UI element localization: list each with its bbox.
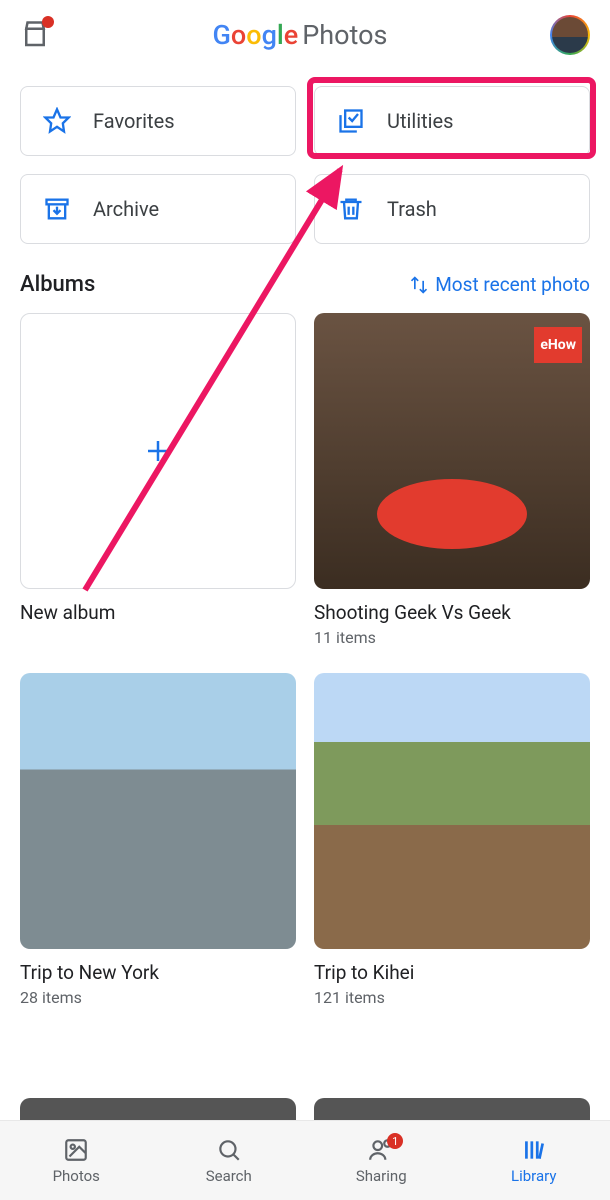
- albums-title: Albums: [20, 272, 95, 297]
- star-icon: [43, 107, 71, 135]
- favorites-label: Favorites: [93, 109, 175, 133]
- image-icon: [63, 1137, 89, 1163]
- new-album-thumb: [20, 313, 296, 589]
- app-header: Google Photos: [0, 0, 610, 70]
- favorites-button[interactable]: Favorites: [20, 86, 296, 156]
- library-icon: [521, 1137, 547, 1163]
- trash-button[interactable]: Trash: [314, 174, 590, 244]
- bottom-nav: Photos Search 1 Sharing Library: [0, 1120, 610, 1200]
- album-tile[interactable]: Shooting Geek Vs Geek 11 items: [314, 313, 590, 647]
- notification-dot-icon: [42, 16, 54, 28]
- album-title: Trip to Kihei: [314, 961, 590, 984]
- nav-label: Photos: [53, 1167, 100, 1185]
- album-thumb: [314, 313, 590, 589]
- album-thumb: [314, 673, 590, 949]
- new-album-tile[interactable]: New album: [20, 313, 296, 647]
- albums-grid: New album Shooting Geek Vs Geek 11 items…: [0, 307, 610, 1027]
- quick-actions: Favorites Utilities Archive Trash: [0, 70, 610, 254]
- logo-suffix: Photos: [302, 19, 387, 51]
- avatar-image: [552, 17, 588, 53]
- sort-button[interactable]: Most recent photo: [409, 273, 590, 296]
- album-tile[interactable]: Trip to New York 28 items: [20, 673, 296, 1007]
- archive-label: Archive: [93, 197, 159, 221]
- nav-library[interactable]: Library: [458, 1121, 610, 1200]
- utilities-button[interactable]: Utilities: [314, 86, 590, 156]
- nav-sharing[interactable]: 1 Sharing: [305, 1121, 458, 1200]
- album-count: 28 items: [20, 988, 296, 1007]
- trash-label: Trash: [387, 197, 437, 221]
- album-thumb[interactable]: [314, 1098, 590, 1120]
- album-title: Trip to New York: [20, 961, 296, 984]
- album-count: 121 items: [314, 988, 590, 1007]
- album-tile[interactable]: Trip to Kihei 121 items: [314, 673, 590, 1007]
- album-title: Shooting Geek Vs Geek: [314, 601, 590, 624]
- search-icon: [216, 1137, 242, 1163]
- archive-button[interactable]: Archive: [20, 174, 296, 244]
- utilities-icon: [337, 107, 365, 135]
- nav-label: Sharing: [356, 1167, 407, 1185]
- print-store-button[interactable]: [20, 20, 50, 50]
- albums-header-row: Albums Most recent photo: [0, 254, 610, 307]
- badge-icon: 1: [387, 1133, 403, 1149]
- archive-icon: [43, 195, 71, 223]
- sort-label: Most recent photo: [435, 273, 590, 296]
- album-thumb[interactable]: [20, 1098, 296, 1120]
- album-title: New album: [20, 601, 296, 624]
- utilities-label: Utilities: [387, 109, 453, 133]
- nav-photos[interactable]: Photos: [0, 1121, 153, 1200]
- album-count: 11 items: [314, 628, 590, 647]
- sort-arrows-icon: [409, 275, 429, 295]
- album-thumb: [20, 673, 296, 949]
- trash-icon: [337, 195, 365, 223]
- plus-icon: [143, 436, 173, 466]
- albums-peek-row: [0, 1098, 610, 1120]
- account-avatar[interactable]: [550, 15, 590, 55]
- nav-label: Search: [206, 1167, 252, 1185]
- nav-label: Library: [511, 1167, 556, 1185]
- app-logo: Google Photos: [213, 19, 388, 51]
- nav-search[interactable]: Search: [153, 1121, 306, 1200]
